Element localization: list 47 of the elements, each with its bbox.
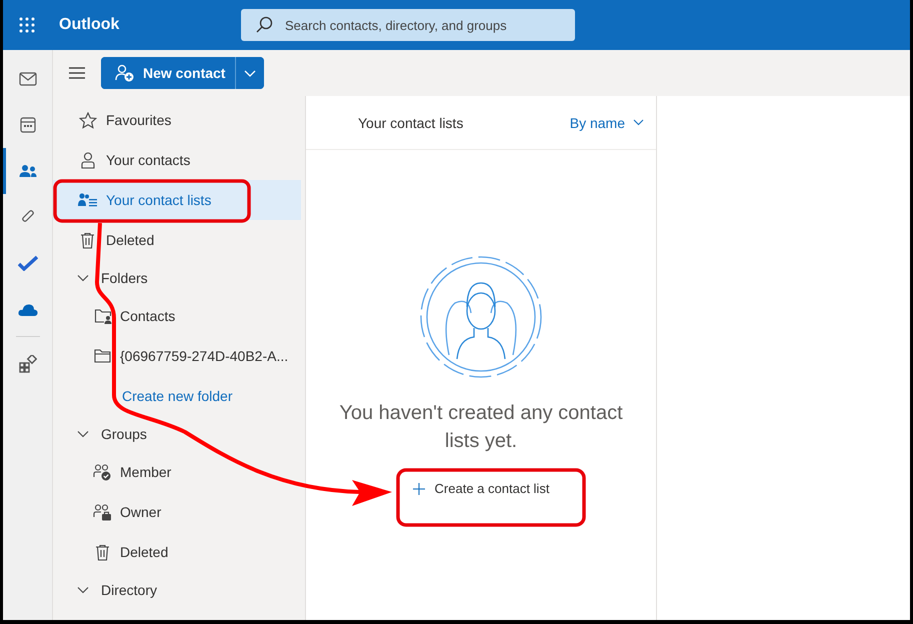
- apps-icon: [18, 355, 36, 373]
- star-icon: [78, 112, 96, 128]
- calendar-icon: [20, 117, 36, 133]
- cloud-icon: [18, 302, 38, 316]
- folder-group-header[interactable]: Folders: [53, 260, 305, 296]
- sidebar-item[interactable]: Member: [53, 452, 301, 492]
- trash-icon: [95, 544, 110, 560]
- create-contact-list-button[interactable]: Create a contact list: [404, 473, 558, 504]
- app-title: Outlook: [59, 16, 120, 34]
- chevron-icon: [77, 584, 89, 596]
- sidebar-item[interactable]: Your contact lists: [53, 180, 301, 220]
- sidebar-item[interactable]: Favourites: [53, 100, 301, 140]
- sidebar-item[interactable]: Contacts: [53, 296, 301, 336]
- paperclip-icon: [20, 209, 36, 225]
- group-check-icon: [93, 464, 112, 480]
- sidebar-item[interactable]: Deleted: [53, 532, 301, 572]
- chevron-icon: [633, 119, 644, 126]
- search-field[interactable]: Search contacts, directory, and groups: [241, 9, 575, 41]
- trash-icon: [80, 232, 95, 248]
- sort-dropdown[interactable]: By name: [564, 114, 650, 132]
- app-launcher-icon[interactable]: [19, 17, 35, 33]
- pane-title: Your contact lists: [358, 114, 464, 130]
- folder-icon: [94, 349, 111, 363]
- sidebar-item[interactable]: Your contacts: [53, 140, 301, 180]
- checkmark-icon: [18, 255, 38, 271]
- mail-icon: [18, 72, 36, 86]
- people-icon: [18, 164, 36, 178]
- create-folder-link[interactable]: Create new folder: [122, 388, 233, 404]
- empty-state-message: You haven't created any contact lists yet.: [338, 401, 624, 454]
- folder-group-header[interactable]: Groups: [53, 416, 305, 452]
- add-person-icon: [115, 64, 135, 82]
- chevron-icon: [77, 272, 89, 284]
- search-icon: [255, 16, 273, 34]
- search-input[interactable]: Search contacts, directory, and groups: [283, 16, 575, 34]
- menu-icon[interactable]: [69, 67, 85, 79]
- group-briefcase-icon: [93, 504, 112, 520]
- sidebar-item[interactable]: {06967759-274D-40B2-A...: [53, 336, 301, 376]
- new-contact-button[interactable]: New contact: [101, 57, 236, 89]
- folder-group-header[interactable]: Directory: [53, 572, 305, 608]
- chevron-icon: [77, 428, 89, 440]
- folder-person-icon: [94, 308, 112, 324]
- caret-icon: [244, 70, 256, 76]
- person-icon: [80, 152, 94, 168]
- plus-icon: [412, 482, 425, 494]
- sidebar-item[interactable]: Deleted: [53, 220, 301, 260]
- people-list-icon: [78, 193, 97, 207]
- sidebar-item[interactable]: Owner: [53, 492, 301, 532]
